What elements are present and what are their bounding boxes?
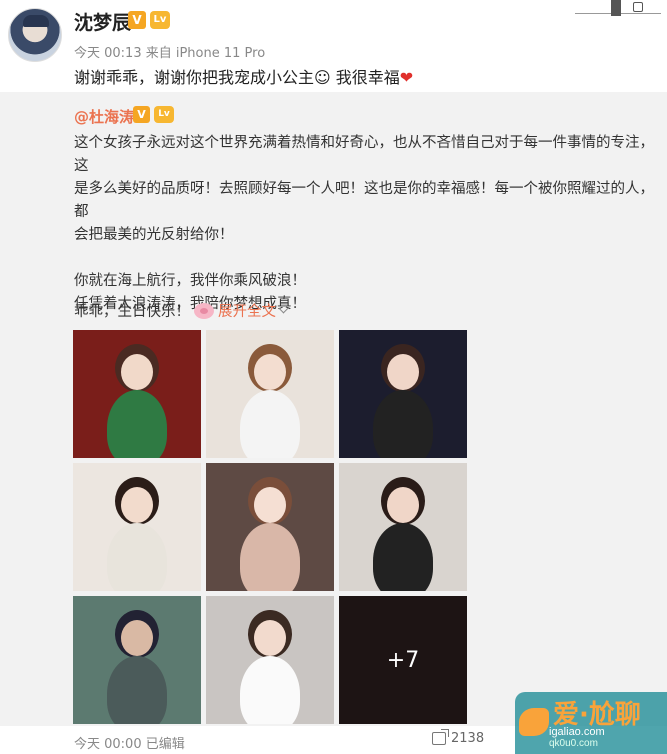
footer-meta: 今天 00:00 已编辑 xyxy=(74,737,185,752)
photo-red-sash[interactable] xyxy=(73,330,201,458)
photo-body xyxy=(240,390,300,458)
verified-badge-icon: V xyxy=(128,11,146,29)
photo-body xyxy=(240,656,300,724)
closing-text: 乖乖，生日快乐！ xyxy=(74,304,190,320)
photo-more[interactable]: +7 xyxy=(339,596,467,724)
menu-icon[interactable] xyxy=(633,2,643,12)
pig-emoji-icon xyxy=(194,302,214,319)
photo-body xyxy=(107,523,167,591)
photo-face xyxy=(387,487,419,523)
share-button[interactable]: 2138 xyxy=(432,729,485,746)
closing-line: 乖乖，生日快乐！ 展开全文 xyxy=(74,300,289,321)
avatar-cap xyxy=(23,15,49,27)
photo-pigtails-costume[interactable] xyxy=(73,463,201,591)
photo-body xyxy=(373,390,433,458)
repost-line: 这个女孩子永远对这个世界充满着热情和好奇心，也从不吝惜自己对于每一件事情的专注，… xyxy=(74,135,654,174)
photo-face xyxy=(254,620,286,656)
top-right-decoration xyxy=(571,0,661,18)
photo-face xyxy=(254,354,286,390)
post-text: 谢谢乖乖，谢谢你把我宠成小公主☺ 我很幸福❤ xyxy=(74,64,413,88)
figure-icon xyxy=(611,0,621,16)
repost-line: 会把最美的光反射给你！ xyxy=(74,227,234,243)
heart-icon: ❤ xyxy=(399,68,414,87)
member-badge-icon: Lv xyxy=(154,106,174,123)
expand-label: 展开全文 xyxy=(218,304,276,320)
more-photos-count: +7 xyxy=(386,647,420,673)
photo-body xyxy=(373,523,433,591)
repost-author[interactable]: @杜海涛 xyxy=(74,106,134,127)
repost-body: 这个女孩子永远对这个世界充满着热情和好奇心，也从不吝惜自己对于每一件事情的专注，… xyxy=(74,132,654,316)
post-header: 沈梦辰 V Lv 今天 00:13 来自 iPhone 11 Pro 谢谢乖乖，… xyxy=(0,0,667,92)
photo-ponytail[interactable] xyxy=(206,330,334,458)
photo-grid: +7 xyxy=(73,330,467,724)
member-badge-icon: Lv xyxy=(150,11,170,29)
chevron-down-icon xyxy=(278,303,289,314)
repost-line: 是多么美好的品质呀！去照顾好每一个人吧！这也是你的幸福感！每一个被你照耀过的人，… xyxy=(74,181,654,220)
share-count: 2138 xyxy=(451,731,485,746)
avatar[interactable] xyxy=(8,8,62,62)
watermark-url: igaliao.com xyxy=(549,726,605,738)
username[interactable]: 沈梦辰 xyxy=(74,8,131,35)
expand-full-text-button[interactable]: 展开全文 xyxy=(218,300,289,321)
post-text-main: 谢谢乖乖，谢谢你把我宠成小公主 xyxy=(74,68,315,87)
photo-face xyxy=(387,354,419,390)
photo-feather-headdress[interactable] xyxy=(73,596,201,724)
photo-face xyxy=(121,487,153,523)
verified-badge-icon: V xyxy=(133,106,150,123)
site-watermark: 爱·尬聊 igaliao.com qk0u0.com xyxy=(515,692,667,754)
photo-closeup[interactable] xyxy=(206,463,334,591)
post-meta: 今天 00:13 来自 iPhone 11 Pro xyxy=(74,46,266,61)
photo-sitting[interactable] xyxy=(206,596,334,724)
photo-face xyxy=(121,354,153,390)
share-icon xyxy=(432,729,449,745)
bird-logo-icon xyxy=(519,708,549,736)
repost-card: @杜海涛 V Lv 这个女孩子永远对这个世界充满着热情和好奇心，也从不吝惜自己对… xyxy=(0,92,667,726)
smile-emoji-icon: ☺ xyxy=(314,68,331,87)
photo-face xyxy=(254,487,286,523)
post-text-tail: 我很幸福 xyxy=(330,68,400,87)
photo-body xyxy=(240,523,300,591)
watermark-url-secondary: qk0u0.com xyxy=(549,738,598,749)
photo-face xyxy=(121,620,153,656)
repost-line: 你就在海上航行，我伴你乘风破浪！ xyxy=(74,273,306,289)
photo-dressing-room[interactable] xyxy=(339,463,467,591)
photo-body xyxy=(107,656,167,724)
photo-body xyxy=(107,390,167,458)
photo-stage-dance[interactable] xyxy=(339,330,467,458)
